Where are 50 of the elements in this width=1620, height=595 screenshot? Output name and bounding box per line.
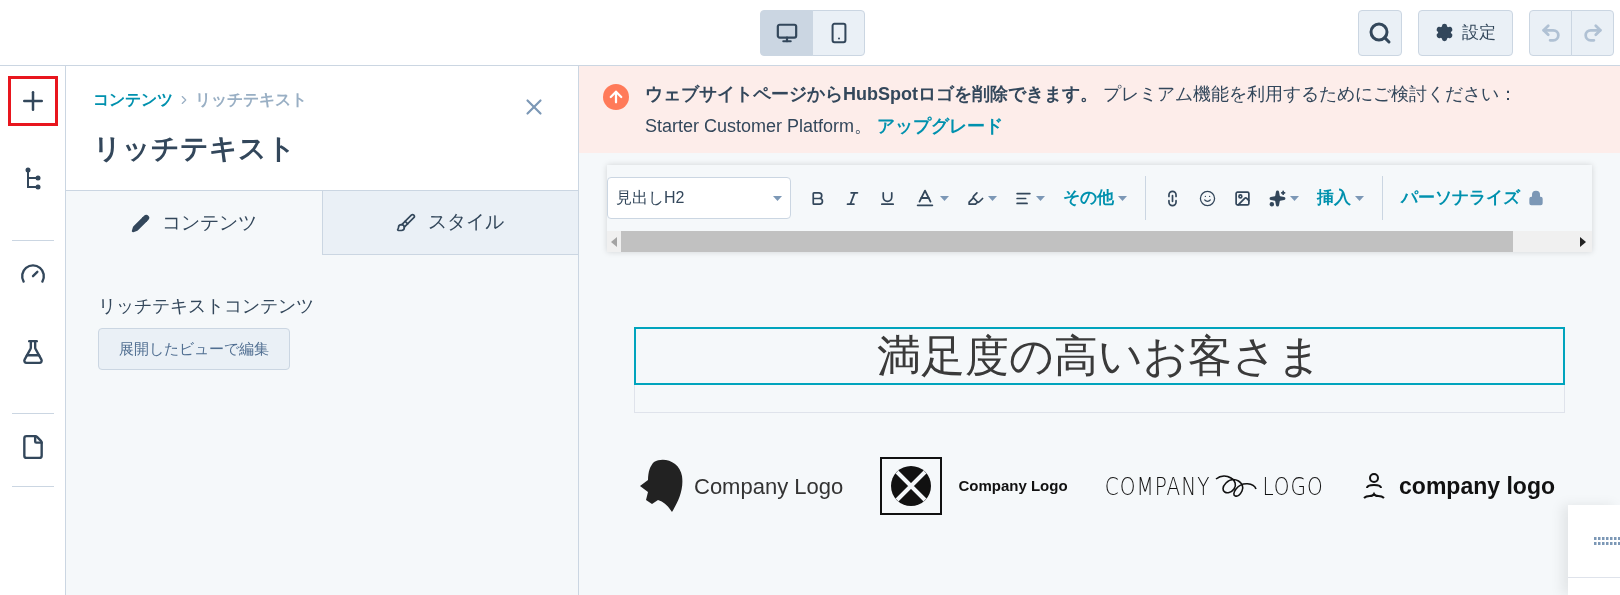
personalize-menu[interactable]: パーソナライズ [1393, 180, 1552, 216]
logo-text: LOGO [1262, 470, 1324, 503]
undo-icon [1539, 21, 1562, 44]
caret-icon [773, 195, 782, 201]
breadcrumb-link[interactable]: コンテンツ [93, 88, 173, 112]
caret-icon [1118, 195, 1127, 201]
redo-icon [1581, 21, 1604, 44]
panel-title: リッチテキスト [93, 132, 297, 166]
logo-text: Company Logo [694, 472, 844, 501]
banner-message: ウェブサイトページからHubSpotロゴを削除できます。 プレミアム機能を利用するためにご検討ください： Starter Customer Platform。 アップグレード [645, 83, 1518, 138]
logo-text: Company Logo [958, 475, 1068, 496]
toolbar-menu[interactable]: その他 [1055, 180, 1135, 216]
heading-text[interactable]: 満足度の高いお客さま [634, 327, 1565, 385]
format-select[interactable]: 見出しH2 [607, 177, 791, 219]
panel-tab[interactable]: スタイル [321, 191, 578, 255]
monitor-icon [775, 21, 798, 44]
search-icon [1368, 20, 1392, 45]
pencil-icon [130, 213, 150, 233]
highlighter-icon [967, 189, 984, 207]
caret-icon [988, 195, 997, 201]
italic-icon [844, 189, 861, 207]
text-color-icon [914, 187, 936, 209]
brush-icon [396, 212, 417, 233]
breadcrumb-current: リッチテキスト [195, 90, 307, 110]
logo-text: COMPANY [1104, 470, 1211, 503]
desktop-view-button[interactable] [760, 9, 813, 56]
underline-icon [879, 189, 896, 207]
sidebar-tool-button[interactable] [7, 76, 58, 126]
caret-icon [940, 195, 949, 201]
expanded-view-edit-button[interactable]: 展開したビューで編集 [98, 328, 290, 370]
caret-icon [1355, 195, 1364, 201]
grip-icon[interactable] [1594, 537, 1620, 547]
search-button[interactable] [1358, 9, 1402, 56]
toolbar-menu[interactable]: 挿入 [1309, 180, 1372, 216]
upgrade-link[interactable]: アップグレード [877, 116, 1004, 136]
caret-icon [1290, 195, 1299, 201]
bold-icon [809, 189, 826, 207]
horizontal-scrollbar[interactable] [607, 231, 1592, 252]
mobile-view-button[interactable] [812, 9, 865, 56]
emoji-icon [1199, 189, 1216, 207]
sparkle-icon [1269, 189, 1286, 207]
logo-text: company logo [1399, 471, 1555, 501]
settings-button[interactable]: 設定 [1418, 9, 1513, 56]
field-label: リッチテキストコンテンツ [98, 295, 315, 318]
square-logo-icon [880, 457, 943, 515]
image-icon [1234, 189, 1251, 207]
arrow-up-icon [603, 84, 629, 110]
tree-icon [23, 167, 42, 191]
lock-icon [1528, 190, 1544, 206]
caret-icon [1036, 195, 1045, 201]
